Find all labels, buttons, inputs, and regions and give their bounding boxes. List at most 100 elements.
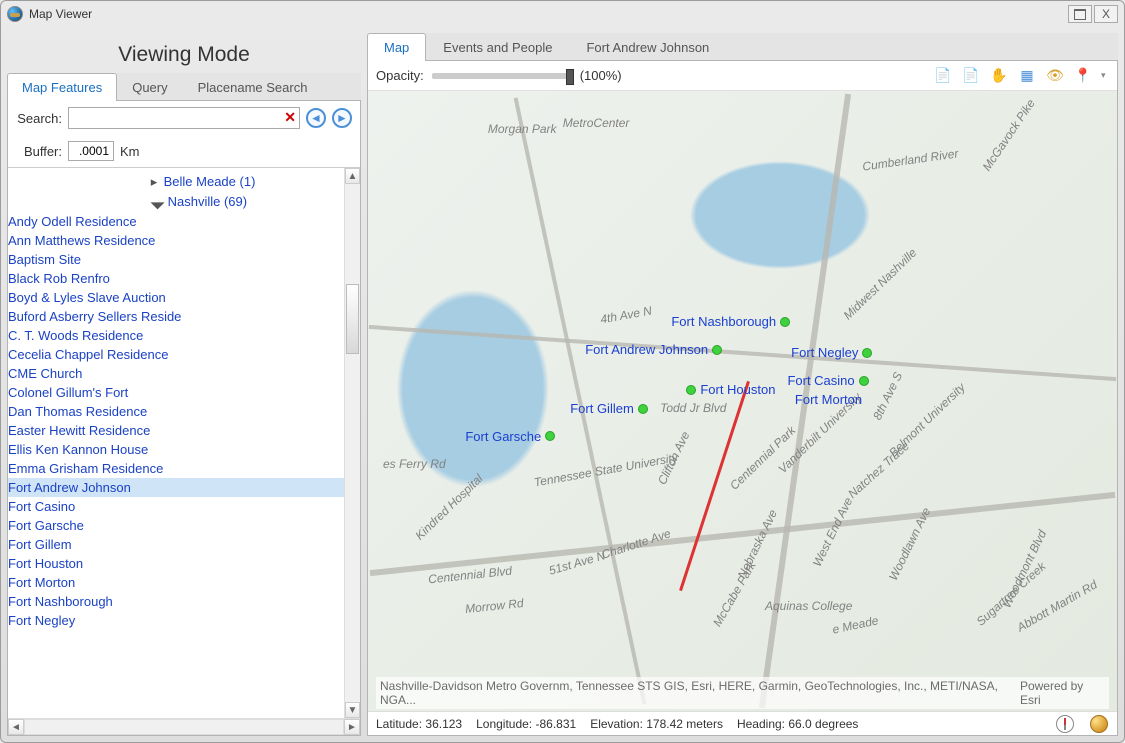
tree-leaf[interactable]: Baptism Site bbox=[8, 250, 344, 269]
map-marker[interactable]: Fort Gillem bbox=[570, 401, 648, 416]
map-marker[interactable]: Fort Andrew Johnson bbox=[585, 342, 722, 357]
close-button[interactable]: X bbox=[1094, 5, 1118, 23]
scroll-thumb[interactable] bbox=[346, 284, 359, 354]
lat-label: Latitude: bbox=[376, 717, 422, 731]
map-marker[interactable]: Fort Houston bbox=[686, 382, 775, 397]
titlebar[interactable]: Map Viewer X bbox=[1, 1, 1124, 27]
tree-leaf[interactable]: Fort Houston bbox=[8, 554, 344, 573]
lon-label: Longitude: bbox=[476, 717, 532, 731]
tab-events-people[interactable]: Events and People bbox=[426, 33, 569, 61]
map-marker[interactable]: Fort Garsche bbox=[465, 429, 555, 444]
marker-label: Fort Garsche bbox=[465, 429, 541, 444]
main-panel: Map Events and People Fort Andrew Johnso… bbox=[367, 33, 1118, 736]
heading-value: 66.0 degrees bbox=[788, 717, 858, 731]
globe-tool-icon[interactable] bbox=[1089, 714, 1109, 734]
compass-icon[interactable] bbox=[1055, 714, 1075, 734]
add-layer-icon[interactable]: 📄 bbox=[961, 66, 981, 86]
tree-leaf[interactable]: Fort Casino bbox=[8, 497, 344, 516]
marker-dot-icon bbox=[638, 404, 648, 414]
identify-icon[interactable]: 📍 bbox=[1073, 66, 1093, 86]
tree-leaf[interactable]: Fort Negley bbox=[8, 611, 344, 630]
opacity-slider[interactable] bbox=[432, 73, 572, 79]
scroll-track[interactable] bbox=[345, 184, 360, 702]
pan-icon[interactable]: ✋ bbox=[989, 66, 1009, 86]
clear-search-icon[interactable]: ✕ bbox=[284, 109, 296, 126]
search-label: Search: bbox=[16, 111, 62, 126]
opacity-value: (100%) bbox=[580, 68, 622, 83]
tree-node-belle-meade[interactable]: ▸ Belle Meade (1) bbox=[8, 172, 344, 192]
hscroll-track[interactable] bbox=[24, 719, 344, 735]
elev-value: 178.42 meters bbox=[646, 717, 723, 731]
tree-leaf[interactable]: Colonel Gillum's Fort bbox=[8, 383, 344, 402]
sidebar: Viewing Mode Map Features Query Placenam… bbox=[7, 33, 361, 736]
elev-label: Elevation: bbox=[590, 717, 643, 731]
main-tabs: Map Events and People Fort Andrew Johnso… bbox=[367, 33, 1118, 61]
marker-label: Fort Nashborough bbox=[671, 314, 776, 329]
tree-hscrollbar[interactable]: ◄ ► bbox=[8, 718, 360, 735]
map-marker[interactable]: Fort Nashborough bbox=[671, 314, 790, 329]
tab-query[interactable]: Query bbox=[117, 73, 182, 101]
tab-fort-andrew-johnson[interactable]: Fort Andrew Johnson bbox=[569, 33, 726, 61]
tree-leaf[interactable]: C. T. Woods Residence bbox=[8, 326, 344, 345]
search-input[interactable] bbox=[68, 107, 300, 129]
tree-scrollbar[interactable]: ▲ ▼ bbox=[344, 168, 360, 718]
feature-tree[interactable]: ▸ Belle Meade (1) ◢ Nashville (69) Andy … bbox=[8, 168, 344, 718]
heading-label: Heading: bbox=[737, 717, 785, 731]
map-marker[interactable]: Fort Morton bbox=[795, 392, 862, 407]
tree-leaf[interactable]: Buford Asberry Sellers Reside bbox=[8, 307, 344, 326]
scroll-left-button[interactable]: ◄ bbox=[8, 719, 24, 735]
scroll-right-button[interactable]: ► bbox=[344, 719, 360, 735]
map-marker[interactable]: Fort Casino bbox=[787, 373, 868, 388]
scroll-down-button[interactable]: ▼ bbox=[345, 702, 360, 718]
tree-node-label: Belle Meade (1) bbox=[164, 174, 256, 189]
tree-leaf[interactable]: Boyd & Lyles Slave Auction bbox=[8, 288, 344, 307]
tree-node-label: Nashville (69) bbox=[168, 194, 247, 209]
maximize-button[interactable] bbox=[1068, 5, 1092, 23]
tab-map[interactable]: Map bbox=[367, 33, 426, 61]
tree-leaf[interactable]: CME Church bbox=[8, 364, 344, 383]
map-attribution: Nashville-Davidson Metro Governm, Tennes… bbox=[376, 677, 1109, 709]
scroll-up-button[interactable]: ▲ bbox=[345, 168, 360, 184]
tab-map-features[interactable]: Map Features bbox=[7, 73, 117, 101]
tree-leaf[interactable]: Dan Thomas Residence bbox=[8, 402, 344, 421]
map-marker[interactable]: Fort Negley bbox=[791, 345, 872, 360]
tab-placename-search[interactable]: Placename Search bbox=[183, 73, 323, 101]
marker-label: Fort Andrew Johnson bbox=[585, 342, 708, 357]
lat-value: 36.123 bbox=[425, 717, 462, 731]
opacity-label: Opacity: bbox=[376, 68, 424, 83]
expand-icon[interactable]: ▸ bbox=[148, 174, 160, 190]
marker-dot-icon bbox=[686, 385, 696, 395]
marker-dot-icon bbox=[859, 376, 869, 386]
collapse-icon[interactable]: ◢ bbox=[148, 192, 168, 212]
tree-leaf[interactable]: Ann Matthews Residence bbox=[8, 231, 344, 250]
tree-leaf[interactable]: Black Rob Renfro bbox=[8, 269, 344, 288]
tree-leaf[interactable]: Fort Nashborough bbox=[8, 592, 344, 611]
tree-node-nashville[interactable]: ◢ Nashville (69) bbox=[8, 192, 344, 212]
marker-dot-icon bbox=[712, 345, 722, 355]
tree-leaf[interactable]: Fort Gillem bbox=[8, 535, 344, 554]
buffer-input[interactable] bbox=[68, 141, 114, 161]
globe-icon bbox=[7, 6, 23, 22]
marker-dot-icon bbox=[545, 431, 555, 441]
tree-leaf[interactable]: Andy Odell Residence bbox=[8, 212, 344, 231]
tree-leaf[interactable]: Fort Andrew Johnson bbox=[8, 478, 344, 497]
tree-leaf[interactable]: Fort Morton bbox=[8, 573, 344, 592]
view-icon[interactable]: 👁 bbox=[1045, 66, 1065, 86]
toolbar-overflow-icon[interactable]: ▾ bbox=[1101, 70, 1109, 81]
next-result-button[interactable]: ► bbox=[332, 108, 352, 128]
prev-result-button[interactable]: ◄ bbox=[306, 108, 326, 128]
tree-leaf[interactable]: Cecelia Chappel Residence bbox=[8, 345, 344, 364]
tree-leaf[interactable]: Easter Hewitt Residence bbox=[8, 421, 344, 440]
tree-leaf[interactable]: Emma Grisham Residence bbox=[8, 459, 344, 478]
map-canvas[interactable]: es Ferry RdCentennial BlvdMorrow RdCharl… bbox=[368, 91, 1117, 711]
extent-icon[interactable]: ▦ bbox=[1017, 66, 1037, 86]
attribution-providers: Nashville-Davidson Metro Governm, Tennes… bbox=[380, 679, 1020, 707]
buffer-label: Buffer: bbox=[16, 144, 62, 159]
tree-leaf[interactable]: Fort Garsche bbox=[8, 516, 344, 535]
window-title: Map Viewer bbox=[29, 7, 92, 21]
sidebar-title: Viewing Mode bbox=[7, 33, 361, 73]
remove-layer-icon[interactable]: 📄 bbox=[933, 66, 953, 86]
marker-label: Fort Gillem bbox=[570, 401, 634, 416]
tree-leaf[interactable]: Ellis Ken Kannon House bbox=[8, 440, 344, 459]
app-window: Map Viewer X Viewing Mode Map Features Q… bbox=[0, 0, 1125, 743]
